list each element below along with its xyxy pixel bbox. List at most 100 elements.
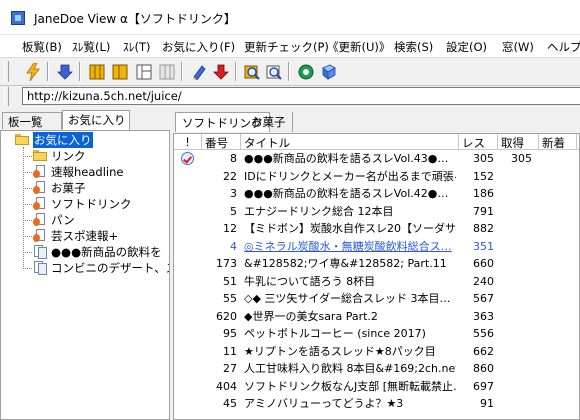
thread-got-count (498, 168, 532, 185)
thread-row[interactable]: 173 &#128582;ワイ専&#128582; Part.11 660 (174, 255, 579, 272)
address-bar: http://kizuna.5ch.net/juice/ (0, 86, 580, 108)
thread-row[interactable]: 22 IDにドリンクとメーカー名が出るまで頑張るスレ… 152 (174, 168, 579, 185)
board-icon (33, 229, 48, 243)
thread-row[interactable]: 12 【ミドボン】炭酸水自作スレ20【ソーダサイフ… 882 (174, 220, 579, 237)
thread-got-count (498, 203, 532, 220)
favorites-tree: お気に入り リンク 速報headline お菓子 ソフトドリンク パン 芸スポ速… (0, 130, 170, 420)
thread-res-count: 660 (473, 257, 494, 270)
menu-board-list[interactable]: 板覧(B) (22, 39, 62, 55)
menu-settings[interactable]: 設定(O) (446, 39, 487, 55)
down-arrow-icon[interactable] (54, 61, 75, 82)
pane-layout-2-icon[interactable] (109, 61, 130, 82)
thread-res-count: 882 (473, 222, 494, 235)
tab-favorites[interactable]: お気に入り (62, 110, 130, 130)
title-bar: JaneDoe View α【ソフトドリンク】 (0, 0, 580, 35)
thread-number: 11 (223, 344, 237, 358)
pane-layout-1-icon[interactable] (86, 61, 107, 82)
thread-got-count (498, 290, 532, 307)
red-down-arrow-icon[interactable] (210, 61, 231, 82)
tree-item-board[interactable]: ソフトドリンク (33, 196, 132, 212)
column-header-mark[interactable]: ! (174, 134, 202, 150)
right-pane: ソフトドリンク お菓子 ! 番号 タイトル レス 取得 新着 ﾚ 8●●●新商品… (173, 110, 580, 420)
thread-title: ソフトドリンク板なんJ支部 [無断転載禁止… (244, 379, 456, 393)
thread-row[interactable]: 51 牛乳について語ろう 8杯目 240 (174, 273, 579, 290)
thread-title: ●●●新商品の飲料を語るスレVol.42●… (244, 187, 449, 200)
tree-item-board[interactable]: 芸スポ速報+ (33, 228, 118, 244)
search-thread-icon[interactable] (263, 61, 284, 82)
address-grip[interactable] (4, 87, 9, 106)
thread-title: IDにドリンクとメーカー名が出るまで頑張るスレ… (244, 169, 456, 183)
thread-title: 牛乳について語ろう 8杯目 (244, 274, 376, 288)
thread-res-count: 697 (473, 379, 494, 393)
lightning-icon[interactable] (22, 61, 43, 82)
book-icon[interactable] (318, 61, 339, 82)
tab-snacks[interactable]: お菓子 (245, 112, 293, 132)
tree-item-thread[interactable]: コンビニのデザート、スイー (33, 260, 169, 276)
thread-title: ★リプトンを語るスレッド★8パック目 (244, 344, 436, 358)
column-header-got[interactable]: 取得 (498, 134, 539, 150)
thread-got-count (498, 308, 532, 325)
column-header-new[interactable]: 新着 (539, 134, 577, 150)
menu-update-check[interactable]: 更新チェック(P) (244, 39, 329, 55)
thread-row[interactable]: 3 ●●●新商品の飲料を語るスレVol.42●… 186 (174, 185, 579, 202)
tree-item-favorites-root[interactable]: お気に入り (15, 132, 93, 148)
thread-res-count: 152 (473, 169, 494, 183)
thread-row[interactable]: 27 人工甘味料入り飲料 8本目&#169;2ch.net 860 (174, 360, 579, 377)
thread-number: 95 (223, 327, 237, 340)
tree-item-board[interactable]: パン (33, 212, 75, 228)
tree-item-board[interactable]: 速報headline (33, 164, 123, 180)
menu-favorites[interactable]: お気に入り(F) (162, 39, 235, 55)
board-icon (33, 165, 48, 179)
menu-update[interactable]: 《更新(U)》 (327, 39, 390, 55)
thread-res-count: 363 (473, 309, 494, 323)
thread-number: 8 (230, 152, 237, 165)
thread-res-count: 567 (473, 292, 494, 305)
thread-title: ペットボトルコーヒー (since 2017) (244, 327, 426, 340)
thread-row[interactable]: 4 ◎ミネラル炭酸水・無糖炭酸飲料総合ス… 351 (174, 238, 579, 255)
url-input[interactable]: http://kizuna.5ch.net/juice/ (22, 87, 580, 105)
thread-row[interactable]: 620 ◆世界一の美女sara Part.2 363 (174, 308, 579, 325)
thread-row[interactable]: 55 ◇◆ 三ツ矢サイダー総合スレッド 3本目… 567 (174, 290, 579, 307)
thread-res-count: 662 (473, 344, 494, 358)
thread-got-count (498, 378, 532, 395)
thread-title: ◎ミネラル炭酸水・無糖炭酸飲料総合ス… (244, 239, 452, 253)
toolbar-grip[interactable] (4, 61, 9, 82)
pane-layout-3-icon[interactable] (133, 61, 154, 82)
thread-number: 173 (216, 257, 237, 270)
thread-row[interactable]: 95 ペットボトルコーヒー (since 2017) 556 (174, 325, 579, 342)
tab-board-list[interactable]: 板一覧 (2, 112, 62, 129)
menu-thread[interactable]: ｽﾚ(T) (123, 39, 151, 55)
thread-got-count (498, 343, 532, 360)
thread-title: 人工甘味料入り飲料 8本目&#169;2ch.net (244, 362, 456, 375)
tree-item-thread[interactable]: ●●●新商品の飲料を (33, 244, 162, 260)
thread-row[interactable]: 11 ★リプトンを語るスレッド★8パック目 662 (174, 343, 579, 360)
tree-item-links[interactable]: リンク (33, 148, 86, 164)
thread-icon (33, 261, 48, 275)
pencil-icon[interactable] (188, 61, 209, 82)
thread-title: 【ミドボン】炭酸水自作スレ20【ソーダサイフ… (244, 222, 456, 235)
thread-row[interactable]: 8 ●●●新商品の飲料を語るスレVol.43●… 305 305 (174, 150, 579, 167)
thread-row[interactable]: 5 エナジードリンク総合 12本目 791 (174, 203, 579, 220)
thread-number: 22 (223, 169, 237, 183)
read-check-icon (181, 152, 194, 165)
thread-got-count (498, 395, 532, 412)
thread-number: 51 (223, 274, 237, 288)
left-pane: 板一覧 お気に入り お気に入り リンク 速報headline お菓子 ソフトドリ… (0, 110, 171, 420)
logo-icon[interactable] (295, 61, 316, 82)
thread-got-count (498, 360, 532, 377)
pane-layout-4-icon[interactable] (156, 61, 177, 82)
thread-title: &#128582;ワイ専&#128582; Part.11 (244, 257, 447, 270)
thread-res-count: 240 (473, 274, 494, 288)
column-header-title[interactable]: タイトル (241, 134, 459, 150)
search-board-icon[interactable] (241, 61, 262, 82)
thread-row[interactable]: 404 ソフトドリンク板なんJ支部 [無断転載禁止… 697 (174, 378, 579, 395)
menu-thread-list[interactable]: ｽﾚ覧(L) (72, 39, 110, 55)
menu-help[interactable]: ヘルプ( (547, 39, 580, 55)
column-header-res[interactable]: レス (459, 134, 498, 150)
thread-number: 12 (223, 222, 237, 235)
thread-row[interactable]: 45 アミノバリューってどうよ？★3 91 (174, 395, 579, 412)
tree-item-board[interactable]: お菓子 (33, 180, 86, 196)
menu-window[interactable]: 窓(W) (502, 39, 534, 55)
menu-search[interactable]: 検索(S) (394, 39, 433, 55)
column-header-number[interactable]: 番号 (202, 134, 241, 150)
